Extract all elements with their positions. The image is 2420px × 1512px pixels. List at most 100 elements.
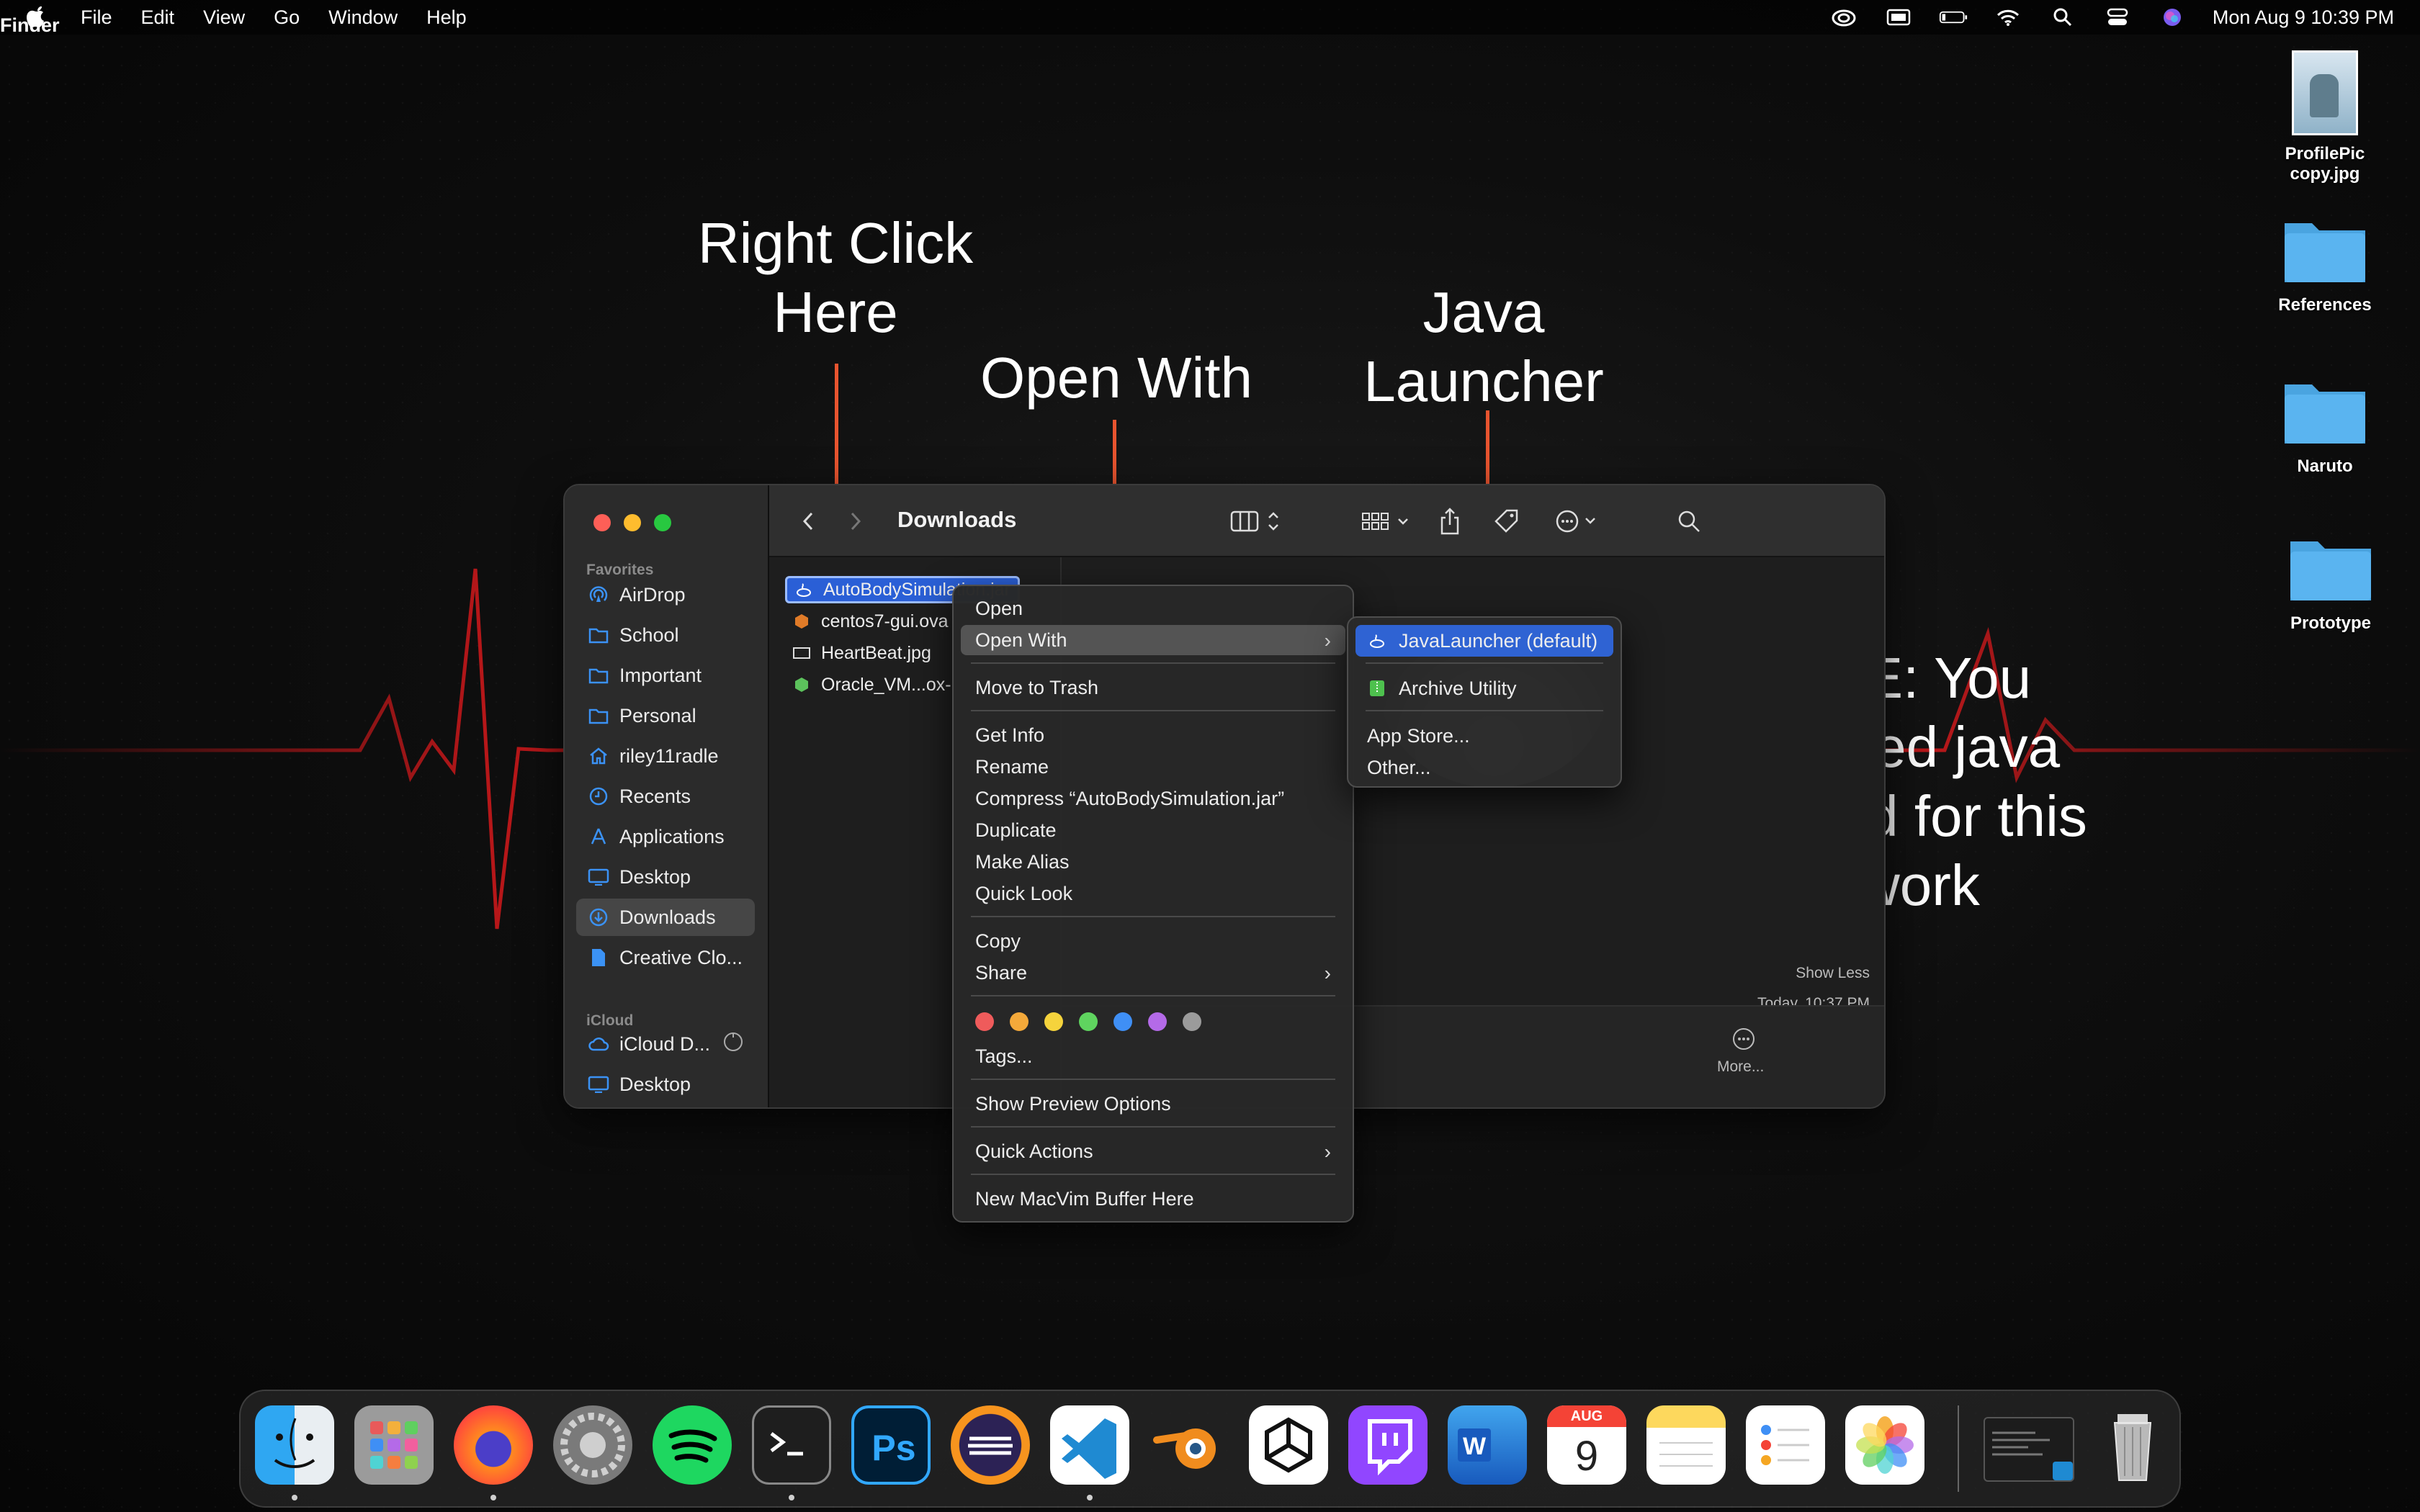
tag-color-dot[interactable] (1079, 1012, 1098, 1031)
creative-cloud-icon[interactable] (1829, 6, 1858, 28)
close-window-button[interactable] (593, 514, 611, 531)
spotlight-search-icon[interactable] (2048, 6, 2077, 28)
sidebar-item-important[interactable]: Important (576, 657, 755, 694)
minimize-window-button[interactable] (624, 514, 641, 531)
dock-notes-icon[interactable] (1646, 1405, 1726, 1485)
display-icon[interactable] (1884, 6, 1913, 28)
menu-show-preview-options[interactable]: Show Preview Options (961, 1089, 1345, 1119)
dock-firefox-icon[interactable] (454, 1405, 533, 1485)
tag-icon[interactable] (1494, 507, 1520, 536)
show-less-link[interactable]: Show Less (1796, 965, 1870, 982)
tag-color-dot[interactable] (1113, 1012, 1132, 1031)
tag-color-dot[interactable] (1010, 1012, 1028, 1031)
dock-calendar-icon[interactable]: AUG 9 (1547, 1405, 1626, 1485)
sidebar-item-applications[interactable]: Applications (576, 818, 755, 855)
menu-open[interactable]: Open (961, 593, 1345, 624)
back-button[interactable] (801, 507, 815, 536)
folder-icon (2287, 534, 2374, 603)
desktop-file-profilepic[interactable]: ProfilePic copy.jpg (2253, 50, 2397, 184)
menu-make-alias[interactable]: Make Alias (961, 847, 1345, 877)
sidebar-item-personal[interactable]: Personal (576, 697, 755, 734)
menu-get-info[interactable]: Get Info (961, 720, 1345, 750)
more-circle-icon[interactable] (1731, 1027, 1756, 1055)
desktop-folder-naruto[interactable]: Naruto (2253, 377, 2397, 477)
tag-color-dot[interactable] (1044, 1012, 1063, 1031)
sidebar-item-icloud-drive[interactable]: iCloud D... (576, 1025, 755, 1063)
tag-color-dot[interactable] (975, 1012, 994, 1031)
more-actions-icon[interactable] (1554, 507, 1600, 536)
dock-reminders-icon[interactable] (1746, 1405, 1825, 1485)
menu-view[interactable]: View (203, 6, 245, 29)
tag-color-dot[interactable] (1183, 1012, 1201, 1031)
forward-button[interactable] (848, 507, 863, 536)
sidebar-item-creative-cloud[interactable]: Creative Clo... (576, 939, 755, 976)
menu-go[interactable]: Go (274, 6, 300, 29)
control-center-icon[interactable] (2103, 6, 2132, 28)
submenu-other[interactable]: Other... (1355, 752, 1613, 783)
dock-word-icon[interactable]: W (1448, 1405, 1527, 1485)
wifi-icon[interactable] (1994, 6, 2022, 28)
dock-spotify-icon[interactable] (653, 1405, 732, 1485)
siri-icon[interactable] (2158, 6, 2187, 28)
submenu-archive-utility[interactable]: Archive Utility (1355, 672, 1613, 704)
menu-duplicate[interactable]: Duplicate (961, 815, 1345, 845)
dock-launchpad-icon[interactable] (354, 1405, 434, 1485)
desktop-folder-references[interactable]: References (2253, 216, 2397, 315)
dock-photoshop-icon[interactable]: Ps (851, 1405, 931, 1485)
zoom-window-button[interactable] (654, 514, 671, 531)
submenu-java-launcher[interactable]: JavaLauncher (default) (1355, 625, 1613, 657)
sidebar-item-home[interactable]: riley11radle (576, 737, 755, 775)
dock-trash-icon[interactable] (2093, 1405, 2172, 1485)
menu-separator (1366, 710, 1603, 711)
file-row-centos7[interactable]: centos7-gui.ova (785, 608, 956, 635)
menu-compress[interactable]: Compress “AutoBodySimulation.jar” (961, 783, 1345, 814)
menu-open-with[interactable]: Open With › (961, 625, 1345, 655)
sidebar-item-label: Desktop (619, 1073, 691, 1095)
menu-tags[interactable]: Tags... (961, 1041, 1345, 1071)
menu-help[interactable]: Help (426, 6, 467, 29)
file-row-heartbeat[interactable]: HeartBeat.jpg (785, 639, 938, 667)
dock-terminal-icon[interactable] (752, 1405, 831, 1485)
share-icon[interactable] (1439, 507, 1461, 536)
tag-color-dot[interactable] (1148, 1012, 1167, 1031)
ova-file-icon (792, 612, 811, 631)
desktop-folder-prototype[interactable]: Prototype (2259, 534, 2403, 634)
view-columns-icon[interactable] (1230, 507, 1288, 536)
sidebar-item-icloud-desktop[interactable]: Desktop (576, 1066, 755, 1103)
sidebar-item-school[interactable]: School (576, 616, 755, 654)
menu-move-to-trash[interactable]: Move to Trash (961, 672, 1345, 703)
search-icon[interactable] (1677, 507, 1701, 536)
sidebar-item-airdrop[interactable]: AirDrop (576, 576, 755, 613)
dock-vscode-icon[interactable] (1050, 1405, 1129, 1485)
dock-system-preferences-icon[interactable] (553, 1405, 632, 1485)
sidebar-item-downloads[interactable]: Downloads (576, 899, 755, 936)
menu-new-macvim-buffer[interactable]: New MacVim Buffer Here (961, 1184, 1345, 1214)
sidebar-item-recents[interactable]: Recents (576, 778, 755, 815)
dock-photos-icon[interactable] (1845, 1405, 1924, 1485)
menu-finder[interactable]: Finder (0, 14, 79, 94)
menu-quick-actions[interactable]: Quick Actions › (961, 1136, 1345, 1166)
dock-blender-icon[interactable] (1150, 1405, 1229, 1485)
more-button-label[interactable]: More... (1717, 1058, 1764, 1076)
battery-icon[interactable] (1939, 6, 1968, 28)
file-name: HeartBeat.jpg (821, 642, 931, 663)
submenu-app-store[interactable]: App Store... (1355, 720, 1613, 752)
group-by-icon[interactable] (1361, 507, 1419, 536)
dock-finder-icon[interactable] (255, 1405, 334, 1485)
dock-eclipse-icon[interactable] (951, 1405, 1030, 1485)
svg-text:W: W (1463, 1433, 1487, 1460)
file-row-oracle-vm[interactable]: Oracle_VM...ox- (785, 671, 959, 698)
sidebar-item-desktop[interactable]: Desktop (576, 858, 755, 896)
dock-twitch-icon[interactable] (1348, 1405, 1428, 1485)
menu-file[interactable]: File (81, 6, 112, 29)
menu-window[interactable]: Window (328, 6, 398, 29)
menu-edit[interactable]: Edit (141, 6, 175, 29)
menu-rename[interactable]: Rename (961, 752, 1345, 782)
menu-copy[interactable]: Copy (961, 926, 1345, 956)
menu-share-label: Share (975, 961, 1028, 984)
dock-unity-icon[interactable] (1249, 1405, 1328, 1485)
dock-minimized-window-icon[interactable] (1984, 1417, 2074, 1482)
menu-quick-look[interactable]: Quick Look (961, 878, 1345, 909)
menu-share[interactable]: Share › (961, 958, 1345, 988)
clock[interactable]: Mon Aug 9 10:39 PM (2213, 6, 2394, 28)
